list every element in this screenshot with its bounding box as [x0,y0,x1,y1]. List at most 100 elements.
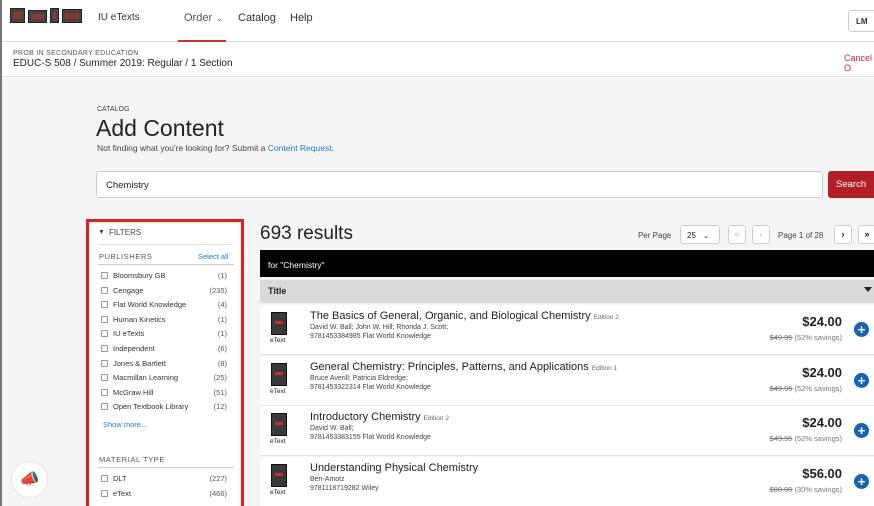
title-column-header[interactable]: Title [260,280,874,303]
result-authors: David W. Ball; John W. Hill; Rhonda J. S… [310,324,449,331]
material-type-label: eText [270,387,286,395]
add-icon[interactable]: + [854,473,869,489]
filter-option-count: (51) [213,387,227,397]
book-cover-icon [271,413,287,436]
filter-checkbox[interactable] [101,359,108,367]
search-term-bar: for "Chemistry" [260,250,874,277]
show-more-link[interactable]: Show more... [103,420,147,429]
filter-option-label: Cengage [113,285,144,295]
original-price: $80.00 [769,484,793,494]
result-authors: Bruce Averill; Patricia Eldredge; [310,374,408,382]
book-cover-icon [271,362,287,386]
filter-option[interactable]: IU eTexts (1) [101,329,227,339]
add-icon[interactable]: + [854,322,869,337]
result-price: $24.00 [802,415,842,430]
filter-option-count: (1) [217,271,227,280]
chevron-down-icon: ⌄ [703,233,710,240]
brand-name[interactable]: IU eTexts [98,12,140,23]
last-page-button[interactable]: » [858,225,874,244]
filter-option[interactable]: Cengage (235) [101,286,227,296]
filter-option[interactable]: Human Kinetics (1) [101,315,227,325]
filter-option[interactable]: Flat World Knowledge (4) [101,300,227,310]
filter-option-label: DLT [113,474,127,483]
desktop-icon [62,9,82,23]
result-row: eText The Basics of General, Organic, and… [260,305,874,355]
result-title[interactable]: Introductory Chemistry Edition 2 [310,411,449,423]
filter-funnel-icon: ▼ [98,229,105,236]
filter-option-count: (227) [209,474,227,483]
laptop-icon [28,10,47,23]
first-page-button[interactable]: « [728,225,746,244]
top-navigation-bar: IU eTexts Order ⌄ Catalog Help LM [2,0,874,42]
search-button[interactable]: Search [828,171,874,198]
filter-checkbox[interactable] [101,403,108,411]
per-page-label: Per Page [638,231,672,240]
nav-help[interactable]: Help [290,12,313,24]
content-request-note: Not finding what you're looking for? Sub… [97,143,334,153]
filter-option-label: eText [113,488,131,498]
filter-checkbox[interactable] [101,272,108,279]
cancel-order-link[interactable]: Cancel O [844,53,874,73]
add-icon[interactable]: + [854,423,869,438]
nav-order[interactable]: Order ⌄ [184,12,223,24]
material-type-label: MATERIAL TYPE [99,455,166,464]
result-original-price: $49.95 (52% savings) [770,434,842,443]
filter-checkbox[interactable] [101,374,108,382]
filter-checkbox[interactable] [101,388,108,396]
filter-option-count: (8) [217,358,227,368]
filter-checkbox[interactable] [101,330,108,338]
note-suffix: . [331,143,334,153]
nav-catalog[interactable]: Catalog [238,12,276,24]
user-menu-button[interactable]: LM [848,10,874,32]
result-original-price: $49.95 (52% savings) [770,333,842,342]
page-title: Add Content [96,115,224,141]
filter-checkbox[interactable] [101,301,108,309]
filter-checkbox[interactable] [101,475,108,482]
result-edition: Edition 2 [593,314,619,321]
course-title: EDUC-S 508 / Summer 2019: Regular / 1 Se… [13,58,233,69]
filter-checkbox[interactable] [101,286,108,294]
result-row: eText Introductory Chemistry Edition 2 Davi… [260,406,874,456]
per-page-select[interactable]: 25 ⌄ [680,225,720,244]
result-title[interactable]: General Chemistry: Principles, Patterns,… [310,361,617,373]
savings-text: (52% savings) [794,333,842,342]
result-title-text: Understanding Physical Chemistry [310,461,479,474]
result-edition: Edition 1 [591,364,618,372]
filter-option[interactable]: Independent (6) [101,344,227,354]
iu-etexts-logo[interactable] [10,8,82,23]
filter-option[interactable]: eText (466) [101,489,227,499]
result-title-text: General Chemistry: Principles, Patterns,… [310,360,589,373]
savings-text: (30% savings) [794,484,842,494]
content-request-link[interactable]: Content Request [268,143,332,153]
search-input[interactable]: Chemistry [96,171,823,198]
results-count: 693 results [260,223,353,244]
result-row: eText Understanding Physical Chemistry Ben… [260,456,874,506]
result-title[interactable]: Understanding Physical Chemistry [310,462,478,474]
filter-checkbox[interactable] [101,345,108,352]
filter-checkbox[interactable] [101,489,108,497]
per-page-value: 25 [687,231,696,240]
result-title[interactable]: The Basics of General, Organic, and Biol… [310,310,619,322]
original-price: $49.95 [769,383,793,393]
prev-page-button[interactable]: ‹ [752,225,770,244]
select-all-link[interactable]: Select all [198,252,228,261]
filter-option-count: (4) [217,300,227,310]
filter-option[interactable]: McGraw Hill (51) [101,388,227,398]
result-authors: David W. Ball; [310,425,354,432]
filter-option[interactable]: Bloomsbury GB (1) [101,271,227,281]
filter-option[interactable]: DLT (227) [101,474,227,484]
result-title-text: The Basics of General, Organic, and Biol… [310,310,591,322]
filter-option[interactable]: Macmillan Learning (25) [101,373,227,383]
filter-option[interactable]: Jones & Bartlett (8) [101,359,227,369]
filter-checkbox[interactable] [101,315,108,323]
filter-option[interactable]: Open Textbook Library (12) [101,402,227,412]
add-icon[interactable]: + [854,372,869,388]
tablet-icon [50,8,59,23]
next-page-button[interactable]: › [834,225,852,244]
chevron-down-icon: ⌄ [216,13,223,23]
material-divider [98,467,234,468]
result-row: eText General Chemistry: Principles, Patt… [260,355,874,406]
filter-option-count: (235) [209,285,227,295]
megaphone-icon[interactable]: 📣 [11,461,48,498]
caret-down-icon[interactable] [864,287,872,292]
